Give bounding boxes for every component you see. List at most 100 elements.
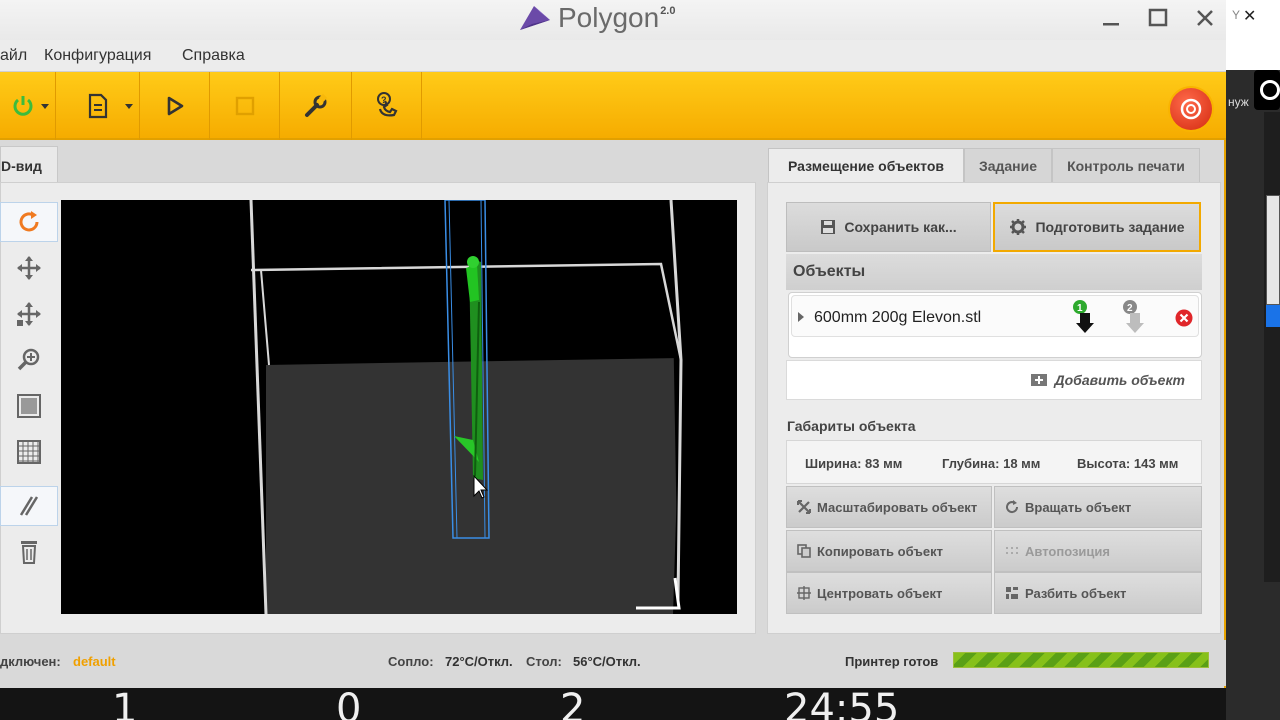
minimize-button[interactable] <box>1096 4 1126 32</box>
partial-text: Y <box>1232 8 1241 22</box>
nozzle-temperature: 72°C/Откл. <box>445 654 513 669</box>
slice-view-tool[interactable] <box>0 486 58 526</box>
save-as-label: Сохранить как... <box>844 219 957 235</box>
tab-3d-view-label: D-вид <box>1 158 42 174</box>
rotate-view-tool[interactable] <box>0 202 58 242</box>
tab-object-placement[interactable]: Размещение объектов <box>768 148 964 182</box>
scene-render <box>249 200 683 614</box>
extruder-1-icon[interactable]: 1 <box>1072 299 1098 335</box>
zoom-tool[interactable] <box>0 340 58 380</box>
3d-viewport[interactable] <box>61 200 737 614</box>
wrench-icon <box>304 93 327 117</box>
grid-tool[interactable] <box>0 432 58 472</box>
split-object-button[interactable]: Разбить объект <box>994 572 1202 614</box>
move-object-icon <box>17 302 41 326</box>
front-view-tool[interactable] <box>0 386 58 426</box>
polygon-logo-icon <box>520 6 550 30</box>
extruder-1-badge: 1 <box>1077 303 1083 314</box>
tab-3d-view[interactable]: D-вид <box>0 146 58 182</box>
connection-value: default <box>73 654 116 669</box>
object-dimensions: Ширина: 83 мм Глубина: 18 мм Высота: 143… <box>786 440 1202 484</box>
autoposition-icon <box>1006 547 1018 554</box>
tab-print-control[interactable]: Контроль печати <box>1052 148 1200 182</box>
maximize-icon <box>1148 8 1168 27</box>
stop-icon <box>235 96 254 116</box>
overlay-number: 0 <box>336 686 362 720</box>
prepare-task-button[interactable]: Подготовить задание <box>993 202 1201 252</box>
overlay-timer: 24:55 <box>784 686 900 720</box>
menu-help[interactable]: Справка <box>182 47 245 65</box>
partial-label: нуж <box>1228 95 1249 109</box>
prepare-task-label: Подготовить задание <box>1035 219 1185 235</box>
play-icon <box>167 96 183 116</box>
scale-object-button[interactable]: Масштабировать объект <box>786 486 992 528</box>
close-icon <box>1197 10 1213 26</box>
close-button[interactable] <box>1190 4 1220 32</box>
move-arrows-icon <box>17 256 41 280</box>
phone-help-icon: ? <box>376 92 397 117</box>
objects-header: Объекты <box>786 254 1202 290</box>
close-icon[interactable]: ✕ <box>1243 6 1256 26</box>
minimize-icon <box>1103 23 1119 26</box>
window-thumbnail[interactable] <box>1266 195 1280 305</box>
scale-icon <box>797 500 811 514</box>
support-button[interactable]: ? <box>352 72 422 140</box>
nozzle-label: Сопло: <box>388 654 434 669</box>
tab-print-control-label: Контроль печати <box>1067 157 1185 174</box>
menu-configuration[interactable]: Конфигурация <box>44 47 151 65</box>
view-box-icon <box>17 394 41 418</box>
dimension-width: Ширина: 83 мм <box>805 456 903 471</box>
connection-label: дключен: <box>0 654 61 669</box>
bed-label: Стол: <box>526 654 562 669</box>
expand-icon[interactable] <box>798 312 804 322</box>
floppy-icon <box>821 220 836 234</box>
maximize-button[interactable] <box>1143 4 1173 32</box>
reset-icon <box>1180 98 1202 120</box>
dimension-height: Высота: 143 мм <box>1077 456 1179 471</box>
split-object-label: Разбить объект <box>1025 585 1127 601</box>
tab-task-label: Задание <box>978 157 1038 174</box>
extruder-2-icon[interactable]: 2 <box>1122 299 1148 335</box>
rotate-object-button[interactable]: Вращать объект <box>994 486 1202 528</box>
app-icon[interactable] <box>1254 70 1280 110</box>
grid-icon <box>17 440 41 464</box>
split-icon <box>1006 587 1018 599</box>
tab-task[interactable]: Задание <box>964 148 1052 182</box>
menu-file[interactable]: айл <box>0 47 27 65</box>
add-box-icon <box>1031 374 1048 386</box>
move-object-tool[interactable] <box>0 294 58 334</box>
power-button[interactable] <box>0 72 56 140</box>
object-dimensions-title: Габариты объекта <box>787 418 916 434</box>
file-button[interactable] <box>56 72 140 140</box>
list-item[interactable]: 600mm 200g Elevon.stl 1 2 <box>791 295 1199 337</box>
save-as-button[interactable]: Сохранить как... <box>786 202 991 252</box>
window-thumbnail-accent <box>1266 305 1280 327</box>
app-version: 2.0 <box>660 5 676 17</box>
object-name: 600mm 200g Elevon.stl <box>814 309 982 326</box>
rotate-object-label: Вращать объект <box>1025 499 1132 515</box>
stop-button[interactable] <box>210 72 280 140</box>
settings-button[interactable] <box>280 72 352 140</box>
center-icon <box>797 586 811 600</box>
screen: { "app": { "name": "Polygon", "version":… <box>0 0 1280 720</box>
gear-icon <box>1010 219 1027 235</box>
trash-icon <box>21 541 37 564</box>
document-icon <box>88 93 107 119</box>
autoposition-button[interactable]: Автопозиция <box>994 530 1202 572</box>
view-tools <box>0 200 58 580</box>
copy-object-button[interactable]: Копировать объект <box>786 530 992 572</box>
add-object-button[interactable]: Добавить объект <box>786 360 1202 400</box>
objects-list: 600mm 200g Elevon.stl 1 2 <box>788 292 1202 358</box>
pan-view-tool[interactable] <box>0 248 58 288</box>
start-print-button[interactable] <box>140 72 210 140</box>
rotate-icon <box>19 211 39 232</box>
title-bar: Polygon 2.0 <box>0 0 1226 40</box>
autoposition-label: Автопозиция <box>1025 543 1110 559</box>
delete-tool[interactable] <box>0 532 58 572</box>
app-logo: Polygon 2.0 <box>518 2 675 34</box>
power-icon <box>13 96 32 116</box>
polygon-window: Polygon 2.0 айл Конфигурация Справка ? D… <box>0 0 1226 688</box>
emergency-stop-button[interactable] <box>1170 88 1212 130</box>
center-object-button[interactable]: Центровать объект <box>786 572 992 614</box>
remove-object-icon[interactable] <box>1175 309 1193 327</box>
